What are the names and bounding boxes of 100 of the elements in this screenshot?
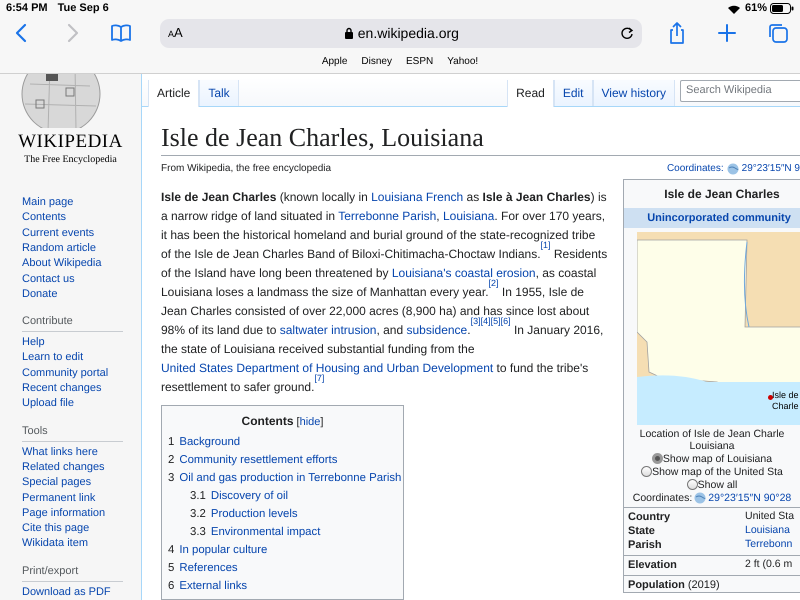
radio-button[interactable] xyxy=(641,466,652,477)
sidebar-link[interactable]: Download as PDF xyxy=(22,584,123,600)
article-link[interactable]: Terrebonne Parish xyxy=(338,208,436,222)
article-link[interactable]: Department of Housing and Urban Development xyxy=(236,360,494,374)
map-label: Isle de xyxy=(772,390,799,401)
infobox-link[interactable]: Terrebonn xyxy=(745,537,792,553)
radio-button[interactable] xyxy=(686,479,698,490)
reference-link[interactable]: [2] xyxy=(488,278,499,288)
sidebar-link[interactable]: Contents xyxy=(22,210,123,226)
toc-entry[interactable]: 2 Community resettlement efforts xyxy=(168,451,397,469)
coordinates-label: Coordinates: xyxy=(666,162,724,176)
infobox-value: United Sta xyxy=(745,509,794,524)
sidebar-heading: Tools xyxy=(22,424,123,442)
sidebar-link[interactable]: Learn to edit xyxy=(22,350,123,366)
infobox-label: State xyxy=(628,524,656,539)
reference-link[interactable]: [4] xyxy=(480,316,491,326)
page-tab[interactable]: Talk xyxy=(199,80,239,106)
status-date: Tue Sep 6 xyxy=(58,1,109,16)
sidebar-heading: Contribute xyxy=(22,314,123,332)
sidebar-link[interactable]: About Wikipedia xyxy=(22,256,123,272)
toc-entry[interactable]: 1 Background xyxy=(168,433,397,451)
reference-link[interactable]: [5] xyxy=(490,316,501,326)
reference-link[interactable]: [7] xyxy=(314,373,324,383)
article-link[interactable]: United States xyxy=(161,360,234,374)
coordinates-link[interactable]: 29°23′15″N 90°28 xyxy=(708,492,792,504)
sidebar-link[interactable]: Permanent link xyxy=(22,490,123,506)
article-link[interactable]: subsidence xyxy=(406,322,468,336)
map-caption: Location of Isle de Jean Charle xyxy=(640,428,784,440)
article-tagline: From Wikipedia, the free encyclopedia xyxy=(161,162,332,176)
favorite-link[interactable]: Yahoo! xyxy=(447,54,478,68)
status-time: 6:54 PM xyxy=(6,1,48,16)
sidebar-link[interactable]: Random article xyxy=(22,240,123,256)
article-link[interactable]: Louisiana's coastal erosion xyxy=(392,266,536,280)
sidebar-link[interactable]: Upload file xyxy=(22,396,123,412)
toc-entry[interactable]: 3.3 Environmental impact xyxy=(168,523,397,541)
contents-title: Contents xyxy=(242,412,294,430)
radio-button[interactable] xyxy=(652,453,663,464)
page-tab[interactable]: Edit xyxy=(554,80,593,106)
page-tab[interactable]: View history xyxy=(592,80,675,106)
sidebar-heading: Print/export xyxy=(22,564,123,582)
favorite-link[interactable]: Disney xyxy=(361,54,392,68)
battery-percent: 61% xyxy=(744,1,767,16)
globe-icon xyxy=(694,492,706,504)
infobox-link[interactable]: Louisiana xyxy=(745,523,790,539)
tabs-icon[interactable] xyxy=(768,23,788,43)
wifi-icon xyxy=(726,4,741,14)
sidebar-link[interactable]: Donate xyxy=(22,286,123,302)
radio-label: Show map of the United Sta xyxy=(652,466,783,478)
favorite-link[interactable]: ESPN xyxy=(406,54,434,68)
map-caption: Louisiana xyxy=(690,440,734,452)
sidebar-link[interactable]: Current events xyxy=(22,226,123,241)
article-link[interactable]: saltwater intrusion xyxy=(280,322,376,336)
sidebar-link[interactable]: Help xyxy=(22,335,123,350)
text-size-button[interactable]: AA xyxy=(168,23,183,43)
toc-entry[interactable]: 5 References xyxy=(168,559,397,577)
reference-link[interactable]: [1] xyxy=(540,240,551,250)
article-link[interactable]: Louisiana xyxy=(442,208,494,222)
sidebar-link[interactable]: Cite this page xyxy=(22,521,123,536)
infobox-label: Elevation xyxy=(628,558,678,573)
sidebar-link[interactable]: Page information xyxy=(22,506,123,522)
globe-icon xyxy=(726,162,739,174)
sidebar-link[interactable]: Community portal xyxy=(22,366,123,382)
article-link[interactable]: Louisiana French xyxy=(371,190,464,204)
reference-link[interactable]: [6] xyxy=(500,316,511,326)
toc-entry[interactable]: 6 External links xyxy=(168,577,397,595)
favorite-link[interactable]: Apple xyxy=(322,54,348,68)
wikipedia-tagline: The Free Encyclopedia xyxy=(23,153,118,168)
reload-icon[interactable] xyxy=(620,26,634,40)
toc-entry[interactable]: 3.1 Discovery of oil xyxy=(168,487,397,505)
address-bar[interactable]: AA en.wikipedia.org xyxy=(160,18,642,48)
sidebar-link[interactable]: Special pages xyxy=(22,475,123,491)
infobox-subtitle: Unincorporated community xyxy=(624,208,800,228)
page-tab[interactable]: Read xyxy=(507,80,554,106)
sidebar-link[interactable]: Contact us xyxy=(22,272,123,287)
plus-icon[interactable] xyxy=(718,24,736,42)
battery-icon xyxy=(770,3,794,14)
radio-label: Show all xyxy=(698,478,738,490)
map-label: Charle xyxy=(772,401,799,412)
search-field[interactable]: Search Wikipedia xyxy=(680,80,800,102)
sidebar-link[interactable]: Related changes xyxy=(22,460,123,476)
location-marker-icon xyxy=(768,395,773,400)
toc-entry[interactable]: 3.2 Production levels xyxy=(168,505,397,523)
sidebar-link[interactable]: Wikidata item xyxy=(22,536,123,552)
reference-link[interactable]: [3] xyxy=(470,316,481,326)
infobox-label: Population (2019) xyxy=(628,578,721,593)
hide-link[interactable]: hide xyxy=(300,414,320,430)
wikipedia-wordmark: WIKIPEDIA xyxy=(17,132,124,152)
sidebar-link[interactable]: Main page xyxy=(22,195,123,210)
sidebar-link[interactable]: Recent changes xyxy=(22,381,123,396)
bracket-text: ] xyxy=(320,414,324,430)
page-tab[interactable]: Article xyxy=(148,80,200,106)
coordinates-link[interactable]: 29°23′15″N 9 xyxy=(742,161,800,176)
toc-entry[interactable]: 4 In popular culture xyxy=(168,541,397,559)
article-title: Isle de Jean Charles, Louisiana xyxy=(161,122,800,156)
book-icon[interactable] xyxy=(110,23,132,43)
share-icon[interactable] xyxy=(668,22,686,44)
url-text: en.wikipedia.org xyxy=(358,24,459,43)
sidebar-link[interactable]: What links here xyxy=(22,444,123,460)
infobox-label: Country xyxy=(628,510,672,525)
lock-icon xyxy=(344,27,354,39)
